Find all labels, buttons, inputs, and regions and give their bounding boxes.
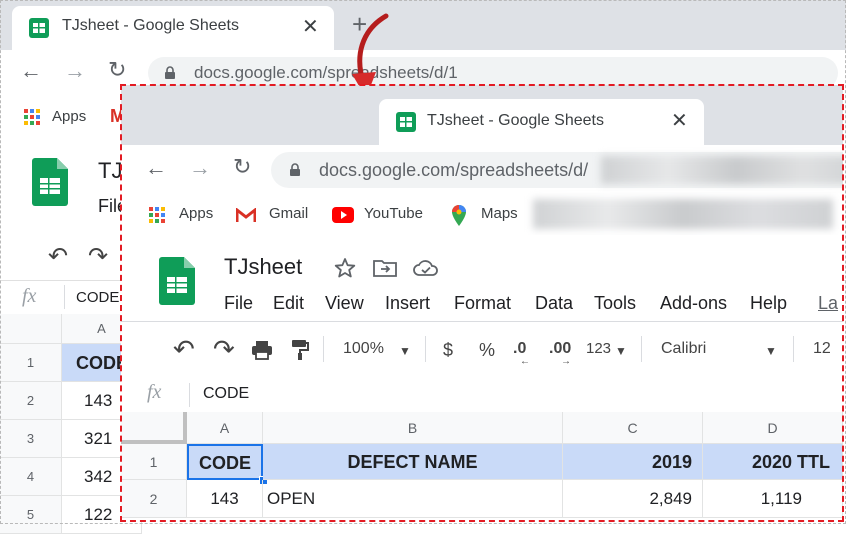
move-folder-icon[interactable] bbox=[373, 259, 397, 277]
front-grid: A B C D 1 CODE DEFECT NAME 2019 2020 TTL… bbox=[121, 412, 843, 522]
apps-grid-icon[interactable] bbox=[149, 207, 165, 223]
menu-data[interactable]: Data bbox=[535, 293, 573, 314]
bookmark-youtube[interactable]: YouTube bbox=[364, 205, 423, 222]
front-tab-title: TJsheet - Google Sheets bbox=[427, 112, 604, 129]
redo-icon[interactable]: ↷ bbox=[213, 334, 235, 365]
toolbar-divider bbox=[425, 336, 426, 362]
column-header-d[interactable]: D bbox=[703, 412, 843, 444]
increase-decimal-arrow-icon: → bbox=[561, 356, 571, 367]
front-window: TJsheet - Google Sheets ✕ ← → ↻ docs.goo… bbox=[121, 85, 843, 522]
font-chevron-down-icon[interactable]: ▼ bbox=[765, 344, 777, 358]
redacted-bookmarks-blur bbox=[533, 199, 833, 229]
column-header-a[interactable]: A bbox=[187, 412, 263, 444]
cell[interactable]: 2019 bbox=[563, 444, 703, 480]
lock-icon bbox=[290, 163, 300, 176]
fx-icon: fx bbox=[147, 381, 162, 403]
toolbar-divider bbox=[793, 336, 794, 362]
cell[interactable]: OPEN bbox=[263, 480, 563, 518]
cell[interactable]: 1,119 bbox=[703, 480, 843, 518]
menu-insert[interactable]: Insert bbox=[385, 293, 430, 314]
reload-icon[interactable]: ↻ bbox=[233, 154, 251, 180]
bookmark-apps[interactable]: Apps bbox=[179, 205, 213, 222]
font-size-input[interactable]: 12 bbox=[813, 340, 831, 358]
sheets-logo-icon[interactable] bbox=[159, 257, 195, 305]
column-header-c[interactable]: C bbox=[563, 412, 703, 444]
front-bookmarks-bar: Apps Gmail YouTube Maps bbox=[121, 195, 843, 236]
menu-format[interactable]: Format bbox=[454, 293, 511, 314]
maps-icon[interactable] bbox=[451, 205, 467, 227]
print-icon[interactable] bbox=[251, 340, 273, 360]
column-header-b[interactable]: B bbox=[263, 412, 563, 444]
front-formula-bar: fx CODE bbox=[121, 378, 843, 413]
forward-arrow-icon[interactable]: → bbox=[189, 155, 211, 181]
more-formats-button[interactable]: 123 bbox=[586, 340, 611, 357]
undo-icon[interactable]: ↶ bbox=[173, 334, 195, 365]
gmail-icon[interactable] bbox=[236, 208, 256, 223]
front-url-text: docs.google.com/spreadsheets/d/ bbox=[319, 160, 589, 180]
select-all-corner[interactable] bbox=[121, 412, 187, 444]
menu-view[interactable]: View bbox=[325, 293, 364, 314]
front-browser-tab[interactable]: TJsheet - Google Sheets ✕ bbox=[379, 99, 704, 145]
cell[interactable]: DEFECT NAME bbox=[263, 444, 563, 480]
zoom-select[interactable]: 100% bbox=[343, 340, 384, 358]
redacted-url-blur bbox=[601, 156, 843, 184]
menu-last-edit-link[interactable]: La bbox=[818, 293, 838, 314]
menu-add-ons[interactable]: Add-ons bbox=[660, 293, 727, 314]
star-icon[interactable] bbox=[334, 257, 356, 279]
front-doc-header: TJsheet File Edit View Insert Format Dat… bbox=[121, 235, 843, 322]
decrease-decimal-arrow-icon: ← bbox=[520, 356, 530, 367]
toolbar-divider bbox=[641, 336, 642, 362]
menu-help[interactable]: Help bbox=[750, 293, 787, 314]
row-header[interactable]: 1 bbox=[121, 444, 187, 480]
doc-title[interactable]: TJsheet bbox=[224, 254, 302, 280]
zoom-chevron-down-icon[interactable]: ▼ bbox=[399, 344, 411, 358]
front-sheets-toolbar: ↶ ↷ 100% ▼ $ % .0 ← .00 → 123 ▼ Calibri … bbox=[121, 322, 843, 379]
menu-edit[interactable]: Edit bbox=[273, 293, 304, 314]
front-address-bar[interactable]: docs.google.com/spreadsheets/d/ bbox=[271, 152, 843, 188]
cell-selected[interactable]: CODE bbox=[187, 444, 263, 480]
formula-divider bbox=[189, 383, 190, 407]
row-header[interactable]: 2 bbox=[121, 480, 187, 518]
cell[interactable]: 2020 TTL bbox=[703, 444, 843, 480]
currency-format-button[interactable]: $ bbox=[443, 340, 453, 361]
menu-tools[interactable]: Tools bbox=[594, 293, 636, 314]
formula-input[interactable]: CODE bbox=[203, 385, 249, 403]
youtube-icon[interactable] bbox=[332, 207, 354, 223]
bookmark-gmail[interactable]: Gmail bbox=[269, 205, 308, 222]
percent-format-button[interactable]: % bbox=[479, 340, 495, 361]
front-tab-close-icon[interactable]: ✕ bbox=[671, 108, 688, 133]
menu-file[interactable]: File bbox=[224, 293, 253, 314]
cell[interactable]: 2,849 bbox=[563, 480, 703, 518]
back-arrow-icon[interactable]: ← bbox=[145, 155, 167, 181]
paint-format-icon[interactable] bbox=[291, 339, 309, 361]
toolbar-divider bbox=[323, 336, 324, 362]
font-family-select[interactable]: Calibri bbox=[661, 340, 706, 358]
sheets-favicon-icon bbox=[396, 112, 416, 132]
cell[interactable]: 143 bbox=[187, 480, 263, 518]
more-formats-chevron-down-icon[interactable]: ▼ bbox=[615, 344, 627, 358]
bookmark-maps[interactable]: Maps bbox=[481, 205, 518, 222]
cloud-saved-icon bbox=[413, 260, 438, 276]
